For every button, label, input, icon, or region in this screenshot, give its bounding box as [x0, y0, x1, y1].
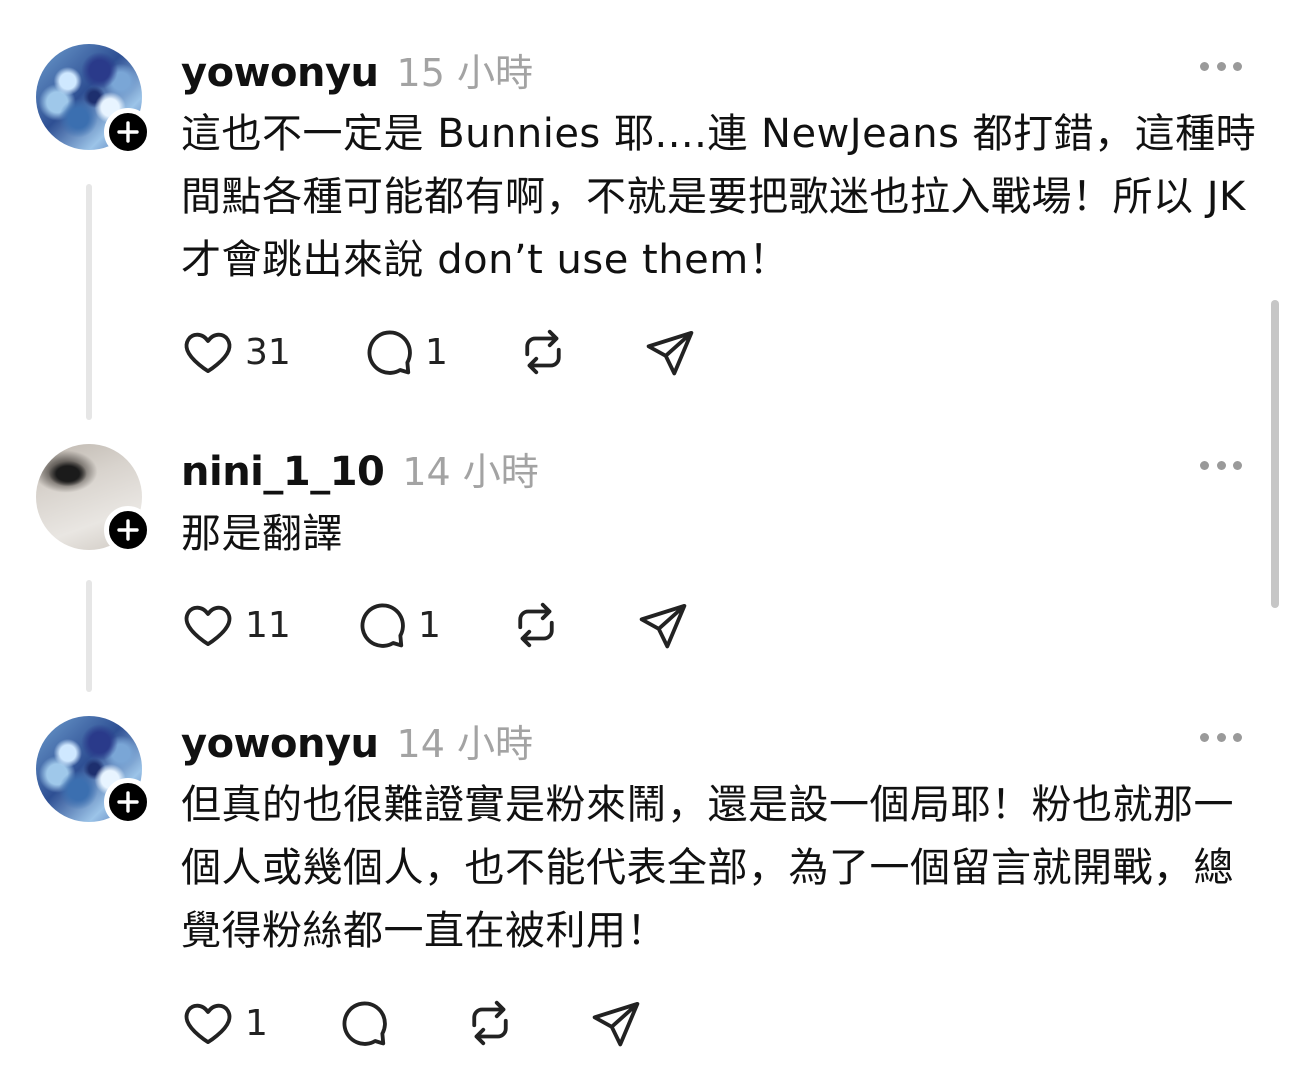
follow-plus-icon[interactable]: [104, 108, 152, 156]
repost-button[interactable]: [463, 995, 517, 1051]
reply-button[interactable]: 1: [354, 597, 441, 653]
repost-button[interactable]: [509, 597, 563, 653]
follow-plus-icon[interactable]: [104, 778, 152, 826]
post-text: 那是翻譯: [181, 511, 343, 557]
thread-line: [86, 580, 92, 692]
post-header: yowonyu 14 小時: [181, 713, 533, 768]
thread-line: [86, 184, 92, 420]
follow-plus-icon[interactable]: [104, 506, 152, 554]
username[interactable]: yowonyu: [181, 721, 379, 767]
post-text: 這也不一定是 Bunnies 耶....連 NewJeans 都打錯，這種時間點…: [181, 111, 1257, 283]
more-icon[interactable]: [1200, 60, 1242, 72]
repost-icon: [472, 1000, 508, 1046]
like-button[interactable]: 1: [181, 995, 268, 1051]
like-count: 11: [245, 604, 291, 646]
post-header: nini_1_10 14 小時: [181, 441, 539, 496]
like-button[interactable]: 31: [181, 324, 291, 380]
more-icon[interactable]: [1200, 731, 1242, 743]
reply-count: 1: [418, 604, 441, 646]
repost-icon: [525, 329, 561, 375]
comment-icon: [360, 603, 405, 648]
reply-button[interactable]: 1: [361, 324, 448, 380]
post-header: yowonyu 15 小時: [181, 42, 533, 97]
heart-icon: [184, 1003, 232, 1045]
scrollbar[interactable]: [1271, 300, 1279, 608]
timestamp: 15 小時: [396, 51, 533, 95]
username[interactable]: nini_1_10: [181, 449, 385, 495]
repost-icon: [518, 602, 554, 648]
username[interactable]: yowonyu: [181, 50, 379, 96]
like-count: 1: [245, 1002, 268, 1044]
repost-button[interactable]: [516, 324, 570, 380]
send-icon: [639, 603, 687, 649]
comment-icon: [342, 1001, 387, 1046]
reply-button[interactable]: [336, 995, 400, 1051]
timestamp: 14 小時: [402, 450, 539, 494]
like-count: 31: [245, 331, 291, 373]
timestamp: 14 小時: [396, 722, 533, 766]
share-button[interactable]: [589, 995, 643, 1051]
heart-icon: [184, 332, 232, 374]
send-icon: [646, 330, 694, 376]
share-button[interactable]: [643, 324, 697, 380]
more-icon[interactable]: [1200, 459, 1242, 471]
share-button[interactable]: [636, 597, 690, 653]
send-icon: [592, 1001, 640, 1047]
post-text: 但真的也很難證實是粉來鬧，還是設一個局耶！粉也就那一個人或幾個人，也不能代表全部…: [181, 782, 1234, 954]
heart-icon: [184, 605, 232, 647]
like-button[interactable]: 11: [181, 597, 291, 653]
comment-icon: [367, 330, 412, 375]
reply-count: 1: [425, 331, 448, 373]
